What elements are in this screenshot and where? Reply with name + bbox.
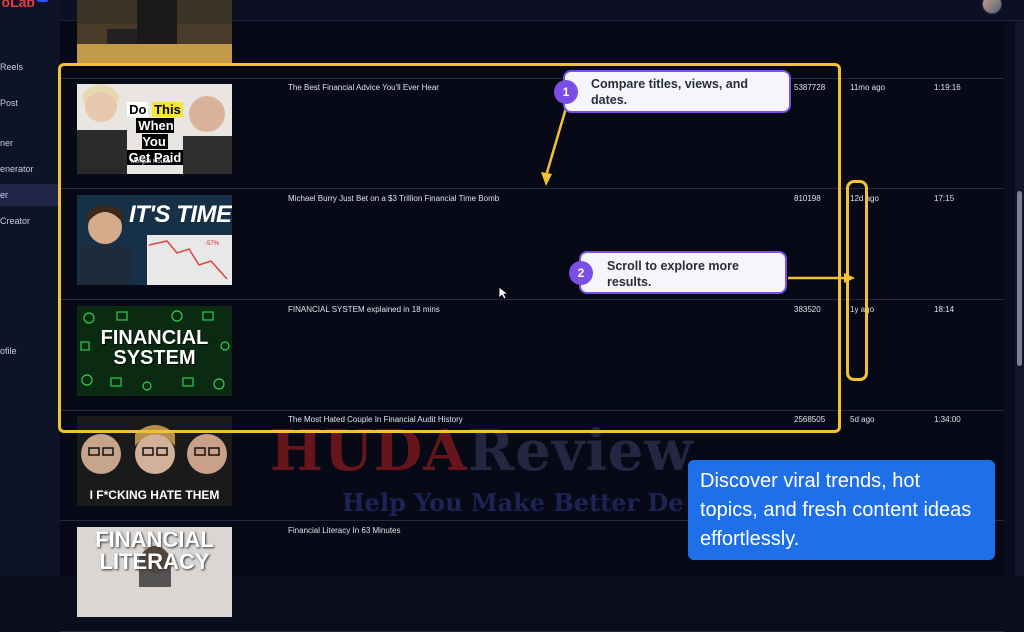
callout-compare: Compare titles, views, and dates. [563,70,791,113]
callout-text: Compare titles, views, and dates. [591,77,748,107]
step-number-badge: 2 [569,261,593,285]
promo-banner: Discover viral trends, hot topics, and f… [688,460,995,560]
callout-scroll: Scroll to explore more results. [579,251,787,294]
arrow-head-icon [844,273,855,283]
step-number-badge: 1 [554,80,578,104]
mouse-cursor-icon [498,286,508,300]
arrow-head-icon [541,172,552,186]
callout-text: Scroll to explore more results. [607,259,739,289]
